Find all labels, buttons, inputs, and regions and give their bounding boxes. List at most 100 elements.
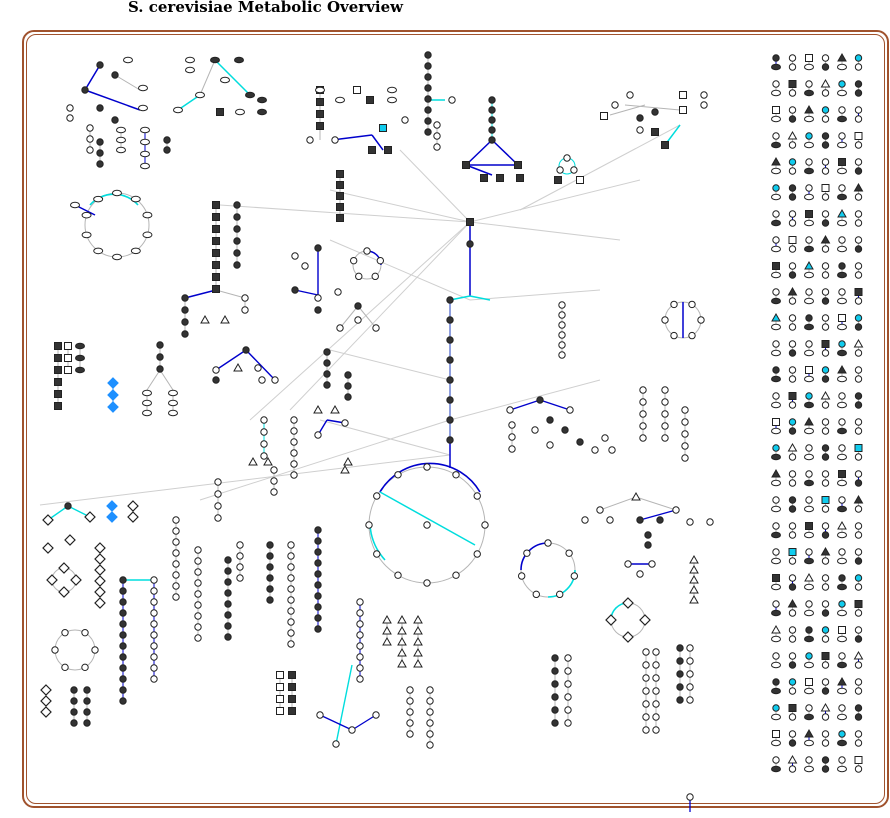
metabolite-node-517 (838, 80, 846, 88)
metabolite-node-679 (787, 442, 798, 452)
metabolite-node-571 (788, 210, 797, 218)
metabolite-node-752 (788, 609, 797, 617)
metabolite-node-488 (676, 670, 684, 678)
metabolite-node-58 (185, 56, 195, 64)
metabolite-node-209 (314, 431, 322, 439)
metabolite-node-675 (854, 418, 863, 426)
metabolite-node-736 (854, 557, 863, 565)
metabolite-node-437 (426, 708, 434, 716)
metabolite-node-54 (140, 150, 150, 158)
metabolite-node-749 (772, 600, 780, 608)
metabolite-node-293 (689, 564, 699, 574)
metabolite-node-326 (61, 628, 69, 637)
metabolite-node-576 (821, 219, 830, 227)
metabolite-node-215 (290, 416, 298, 424)
reaction-edge-147 (539, 399, 571, 411)
metabolite-node-745 (838, 574, 846, 582)
metabolite-node-331 (119, 609, 127, 617)
reaction-edge-38 (84, 64, 101, 91)
metabolite-node-634 (804, 349, 814, 357)
metabolite-node-760 (854, 609, 863, 617)
metabolite-node-708 (821, 505, 830, 513)
metabolite-node-697 (838, 470, 846, 478)
metabolite-node-598 (804, 271, 814, 279)
reaction-edge-114 (215, 349, 247, 371)
metabolite-node-330 (119, 598, 127, 606)
metabolite-node-599 (821, 262, 830, 270)
metabolite-node-619 (788, 314, 797, 322)
metabolite-node-479 (652, 648, 660, 656)
metabolite-node-169 (168, 389, 178, 397)
metabolite-node-698 (837, 479, 847, 487)
metabolite-node-807 (854, 704, 863, 712)
reaction-edge-11 (319, 419, 451, 456)
metabolite-node-190 (349, 256, 358, 265)
metabolite-node-176 (271, 376, 279, 384)
metabolite-node-656 (788, 401, 797, 409)
metabolite-node-772 (854, 635, 863, 643)
metabolite-node-115 (93, 195, 104, 203)
metabolite-node-692 (788, 479, 797, 487)
metabolite-node-512 (788, 89, 797, 97)
metabolite-node-530 (837, 115, 847, 123)
metabolite-node-444 (70, 686, 78, 694)
metabolite-node-418 (382, 625, 392, 635)
metabolite-node-661 (838, 392, 846, 400)
metabolite-node-251 (661, 386, 669, 394)
metabolite-node-443 (40, 706, 52, 718)
metabolite-node-19 (446, 416, 454, 424)
metabolite-node-281 (596, 506, 604, 514)
metabolite-node-528 (821, 115, 830, 123)
metabolite-node-244 (508, 433, 516, 441)
metabolite-node-76 (353, 86, 361, 94)
metabolite-node-221 (248, 456, 258, 466)
metabolite-node-650 (837, 375, 847, 383)
reaction-edge-51 (199, 59, 216, 96)
metabolite-node-40 (123, 56, 133, 64)
metabolite-node-287 (656, 516, 664, 524)
metabolite-node-263 (570, 572, 579, 580)
metabolite-node-491 (686, 644, 694, 652)
metabolite-node-651 (854, 366, 863, 374)
metabolite-node-392 (287, 618, 295, 626)
metabolite-node-463 (551, 693, 559, 701)
metabolite-node-382 (266, 574, 274, 582)
metabolite-node-273 (648, 560, 656, 568)
metabolite-node-327 (81, 628, 89, 637)
metabolite-node-452 (276, 671, 284, 679)
metabolite-node-417 (382, 614, 392, 624)
metabolite-node-764 (788, 635, 797, 643)
metabolite-node-278 (661, 316, 669, 324)
metabolite-node-577 (837, 208, 847, 218)
metabolite-node-665 (772, 418, 780, 426)
metabolite-node-609 (805, 288, 813, 296)
metabolite-node-124 (81, 211, 92, 219)
metabolite-node-311 (127, 511, 139, 523)
metabolite-node-248 (639, 410, 647, 418)
metabolite-node-136 (233, 225, 241, 233)
metabolite-node-290 (644, 531, 652, 539)
metabolite-node-694 (804, 479, 814, 487)
metabolite-node-595 (788, 262, 797, 270)
metabolite-node-659 (820, 390, 831, 400)
metabolite-node-423 (397, 647, 407, 657)
metabolite-node-121 (112, 253, 123, 261)
metabolite-node-154 (64, 342, 72, 350)
reaction-edge-39 (84, 89, 141, 111)
metabolite-node-252 (661, 398, 669, 406)
metabolite-node-516 (821, 89, 830, 97)
metabolite-node-41 (138, 84, 148, 92)
metabolite-node-569 (772, 210, 780, 218)
metabolite-node-4 (473, 550, 481, 558)
metabolite-node-94 (433, 121, 441, 129)
metabolite-node-325 (51, 646, 59, 654)
metabolite-node-126 (212, 201, 220, 209)
metabolite-node-59 (185, 66, 195, 74)
metabolite-node-613 (838, 288, 846, 296)
metabolite-node-369 (224, 578, 232, 586)
metabolite-node-453 (276, 683, 284, 691)
metabolite-node-742 (804, 583, 814, 591)
metabolite-node-662 (837, 401, 847, 409)
metabolite-node-705 (805, 496, 813, 504)
metabolite-node-145 (241, 306, 249, 314)
